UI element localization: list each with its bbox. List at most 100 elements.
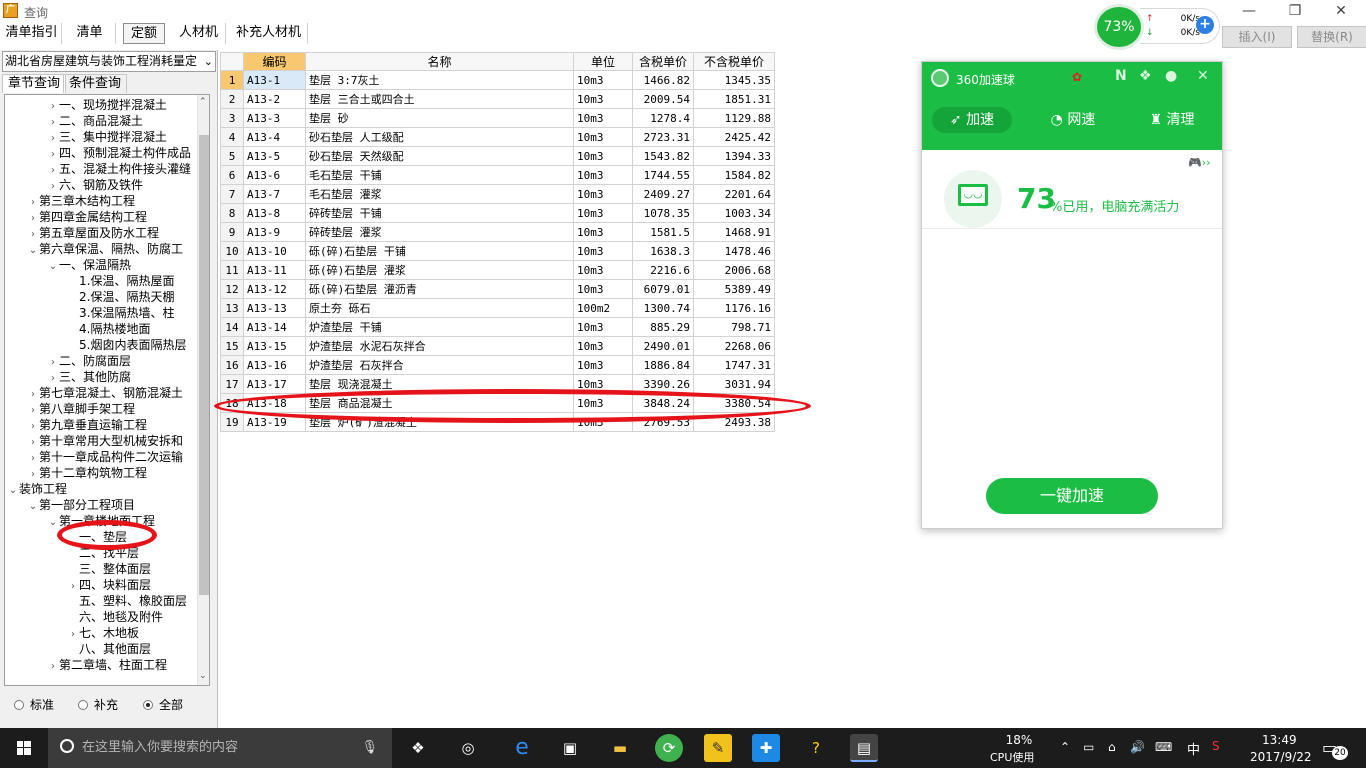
row-number[interactable]: 12 (220, 279, 244, 299)
no-tax-price-cell[interactable]: 1468.91 (693, 222, 775, 242)
clock-time[interactable]: 13:49 (1262, 733, 1297, 747)
tree-node[interactable]: › 一、现场搅拌混凝土 (47, 97, 167, 113)
tree-node[interactable]: › 第四章金属结构工程 (27, 209, 147, 225)
unit-cell[interactable]: 10m3 (573, 127, 633, 147)
tree-node[interactable]: 4.隔热楼地面 (67, 321, 150, 337)
unit-cell[interactable]: 10m3 (573, 241, 633, 261)
chevron-down-icon[interactable]: ⌄ (27, 499, 39, 515)
name-cell[interactable]: 炉渣垫层 干铺 (305, 317, 574, 337)
tax-price-cell[interactable]: 1543.82 (632, 146, 694, 166)
tab-chapter-query[interactable]: 章节查询 (2, 74, 67, 93)
unit-cell[interactable]: 10m3 (573, 260, 633, 280)
tab-bill[interactable]: 清单 (64, 23, 116, 44)
row-number[interactable]: 5 (220, 146, 244, 166)
chevron-right-icon[interactable]: › (47, 659, 59, 675)
code-cell[interactable]: A13-11 (243, 260, 306, 280)
tree-node[interactable]: › 七、木地板 (67, 625, 139, 641)
tree-node[interactable]: › 第三章木结构工程 (27, 193, 135, 209)
tree-scrollbar[interactable]: ⌃ ⌄ (197, 95, 209, 685)
unit-cell[interactable]: 10m3 (573, 279, 633, 299)
tree-node[interactable]: 3.保温隔热墙、柱 (67, 305, 174, 321)
tree-node[interactable]: › 二、商品混凝土 (47, 113, 143, 129)
unit-cell[interactable]: 10m3 (573, 70, 633, 90)
ladybug-icon[interactable]: ✿ (1072, 70, 1082, 84)
chevron-down-icon[interactable]: ⌄ (7, 483, 19, 499)
code-cell[interactable]: A13-15 (243, 336, 306, 356)
unit-cell[interactable]: 10m3 (573, 165, 633, 185)
chevron-down-icon[interactable]: ⌄ (47, 515, 59, 531)
battery-icon[interactable]: ▭ (1083, 740, 1094, 754)
code-cell[interactable]: A13-14 (243, 317, 306, 337)
volume-icon[interactable]: 🔊 (1130, 740, 1145, 754)
quota-app-icon[interactable]: ▤ (850, 734, 878, 762)
code-cell[interactable]: A13-7 (243, 184, 306, 204)
unit-cell[interactable]: 10m3 (573, 203, 633, 223)
table-row[interactable]: 13 A13-13 原土夯 砾石 100m2 1300.74 1176.16 (220, 298, 775, 318)
one-click-accelerate-button[interactable]: 一键加速 (986, 478, 1158, 514)
close-button[interactable]: ✕ (1318, 0, 1364, 22)
tree-node[interactable]: 八、其他面层 (67, 641, 151, 657)
name-cell[interactable]: 垫层 3:7灰土 (305, 70, 574, 90)
row-number[interactable]: 2 (220, 89, 244, 109)
tree-node[interactable]: › 四、预制混凝土构件成品 (47, 145, 191, 161)
clock-date[interactable]: 2017/9/22 (1250, 750, 1312, 764)
unit-cell[interactable]: 10m3 (573, 336, 633, 356)
code-cell[interactable]: A13-9 (243, 222, 306, 242)
code-cell[interactable]: A13-17 (243, 374, 306, 394)
tax-price-cell[interactable]: 1278.4 (632, 108, 694, 128)
table-row[interactable]: 11 A13-11 砾(碎)石垫层 灌浆 10m3 2216.6 2006.68 (220, 260, 775, 280)
table-row[interactable]: 1 A13-1 垫层 3:7灰土 10m3 1466.82 1345.35 (220, 70, 775, 90)
task-view-icon[interactable]: ❖ (404, 734, 432, 762)
row-number[interactable]: 11 (220, 260, 244, 280)
unit-cell[interactable]: 10m3 (573, 317, 633, 337)
no-tax-price-cell[interactable]: 1584.82 (693, 165, 775, 185)
row-number[interactable]: 10 (220, 241, 244, 261)
no-tax-price-cell[interactable]: 1851.31 (693, 89, 775, 109)
table-row[interactable]: 6 A13-6 毛石垫层 干铺 10m3 1744.55 1584.82 (220, 165, 775, 185)
code-cell[interactable]: A13-1 (243, 70, 306, 90)
no-tax-price-cell[interactable]: 1747.31 (693, 355, 775, 375)
unit-cell[interactable]: 10m3 (573, 89, 633, 109)
row-number[interactable]: 9 (220, 222, 244, 242)
microphone-icon[interactable]: 🎙 (361, 728, 378, 768)
tax-price-cell[interactable]: 2009.54 (632, 89, 694, 109)
code-cell[interactable]: A13-16 (243, 355, 306, 375)
code-cell[interactable]: A13-2 (243, 89, 306, 109)
tax-price-cell[interactable]: 2723.31 (632, 127, 694, 147)
code-cell[interactable]: A13-3 (243, 108, 306, 128)
name-cell[interactable]: 砂石垫层 天然级配 (305, 146, 574, 166)
no-tax-price-cell[interactable]: 1129.88 (693, 108, 775, 128)
name-cell[interactable]: 炉渣垫层 水泥石灰拌合 (305, 336, 574, 356)
shirt-icon[interactable]: ❖ (1139, 68, 1152, 84)
standard-select[interactable]: 湖北省房屋建筑与装饰工程消耗量定 ⌄ (2, 51, 216, 72)
name-cell[interactable]: 炉渣垫层 石灰拌合 (305, 355, 574, 375)
name-cell[interactable]: 碎砖垫层 灌浆 (305, 222, 574, 242)
tree-node[interactable]: › 第七章混凝土、钢筋混凝土 (27, 385, 183, 401)
avatar-icon[interactable] (931, 69, 949, 87)
tree-node[interactable]: › 五、混凝土构件接头灌缝 (47, 161, 191, 177)
unit-cell[interactable]: 10m3 (573, 355, 633, 375)
speed-ball[interactable]: 73% (1094, 4, 1144, 50)
name-cell[interactable]: 毛石垫层 灌浆 (305, 184, 574, 204)
chevron-down-icon[interactable]: ⌄ (47, 259, 59, 275)
scroll-up-icon[interactable]: ⌃ (199, 97, 207, 107)
gamepad-icon[interactable]: 🎮›› (1188, 156, 1211, 169)
table-row[interactable]: 12 A13-12 砾(碎)石垫层 灌沥青 10m3 6079.01 5389.49 (220, 279, 775, 299)
tree-node[interactable]: ⌄ 第一部分工程项目 (27, 497, 135, 513)
row-number[interactable]: 1 (220, 70, 244, 90)
tree-node[interactable]: 1.保温、隔热屋面 (67, 273, 174, 289)
file-explorer-icon[interactable]: ▬ (606, 734, 634, 762)
row-number[interactable]: 6 (220, 165, 244, 185)
nav-accelerate[interactable]: ➶ 加速 (932, 107, 1012, 133)
tax-price-header[interactable]: 含税单价 (632, 52, 694, 71)
radio-standard[interactable]: 标准 (14, 698, 54, 712)
code-cell[interactable]: A13-4 (243, 127, 306, 147)
insert-button[interactable]: 插入(I) (1222, 26, 1292, 48)
tax-price-cell[interactable]: 6079.01 (632, 279, 694, 299)
no-tax-price-header[interactable]: 不含税单价 (693, 52, 775, 71)
code-cell[interactable]: A13-5 (243, 146, 306, 166)
code-cell[interactable]: A13-12 (243, 279, 306, 299)
unit-cell[interactable]: 100m2 (573, 298, 633, 318)
tax-price-cell[interactable]: 1078.35 (632, 203, 694, 223)
chat-icon[interactable]: ● (1165, 68, 1177, 84)
